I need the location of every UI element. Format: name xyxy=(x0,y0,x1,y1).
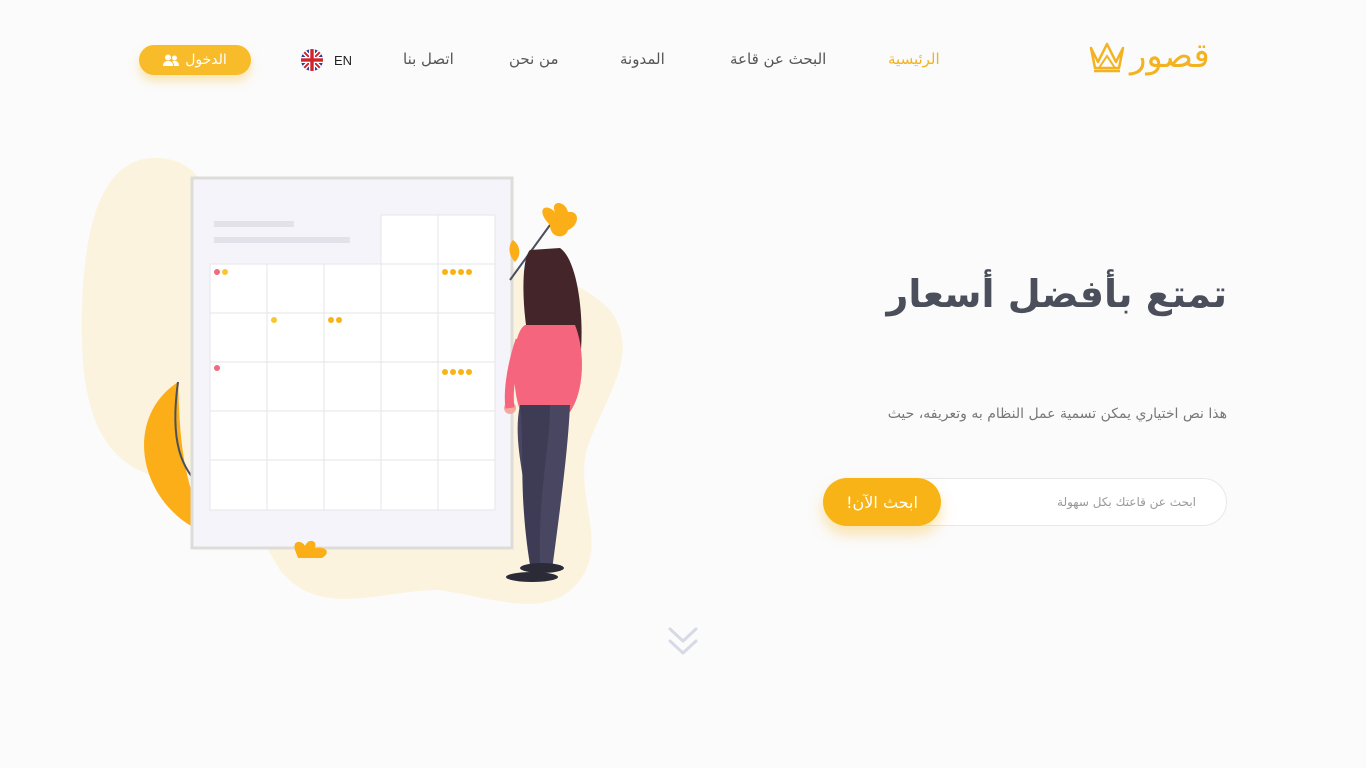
nav-home[interactable]: الرئيسية xyxy=(888,50,940,68)
logo-text: قصور xyxy=(1130,36,1210,76)
hero-title: تمتع بأفضل أسعار xyxy=(886,272,1227,316)
login-button[interactable]: الدخول xyxy=(139,45,251,75)
flower xyxy=(542,203,577,237)
nav-contact[interactable]: اتصل بنا xyxy=(403,50,454,68)
hero-subtitle: هذا نص اختياري يمكن تسمية عمل النظام به … xyxy=(887,406,1227,422)
nav-blog[interactable]: المدونة xyxy=(620,50,665,68)
search-button[interactable]: ابحث الآن! xyxy=(823,478,941,526)
double-chevron-down-icon[interactable] xyxy=(667,626,699,658)
search-bar: ابحث الآن! xyxy=(823,478,1227,526)
uk-flag-icon xyxy=(301,49,323,71)
users-icon xyxy=(163,54,180,66)
crown-icon xyxy=(1089,42,1125,73)
logo[interactable]: قصور xyxy=(1088,38,1210,74)
language-switcher[interactable]: EN xyxy=(300,48,352,72)
login-label: الدخول xyxy=(185,52,227,68)
language-label: EN xyxy=(334,52,353,68)
nav-about[interactable]: من نحن xyxy=(509,50,559,68)
nav-search-hall[interactable]: البحث عن قاعة xyxy=(730,50,826,68)
calendar-woman-illustration xyxy=(81,158,623,604)
search-input[interactable] xyxy=(964,479,1198,525)
